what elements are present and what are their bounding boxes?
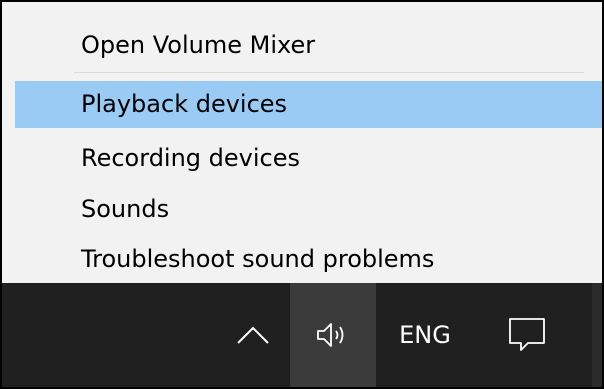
menu-item-sounds[interactable]: Sounds xyxy=(2,186,602,233)
menu-separator xyxy=(74,72,584,73)
show-desktop-edge[interactable] xyxy=(592,283,602,387)
screenshot-frame: Open Volume Mixer Playback devices Recor… xyxy=(2,2,602,387)
menu-item-open-volume-mixer[interactable]: Open Volume Mixer xyxy=(2,22,602,69)
sound-context-menu: Open Volume Mixer Playback devices Recor… xyxy=(2,2,602,283)
language-indicator[interactable]: ENG xyxy=(376,283,474,387)
action-center-icon xyxy=(508,317,546,353)
taskbar: ENG xyxy=(2,283,602,387)
menu-item-playback-devices[interactable]: Playback devices xyxy=(15,81,602,128)
action-center-button[interactable] xyxy=(484,283,570,387)
show-hidden-icons-button[interactable] xyxy=(216,283,290,387)
speaker-volume-icon xyxy=(316,321,350,349)
chevron-up-icon xyxy=(236,325,270,345)
volume-button[interactable] xyxy=(290,283,376,387)
menu-item-recording-devices[interactable]: Recording devices xyxy=(2,135,602,182)
menu-item-troubleshoot-sound-problems[interactable]: Troubleshoot sound problems xyxy=(2,236,602,283)
